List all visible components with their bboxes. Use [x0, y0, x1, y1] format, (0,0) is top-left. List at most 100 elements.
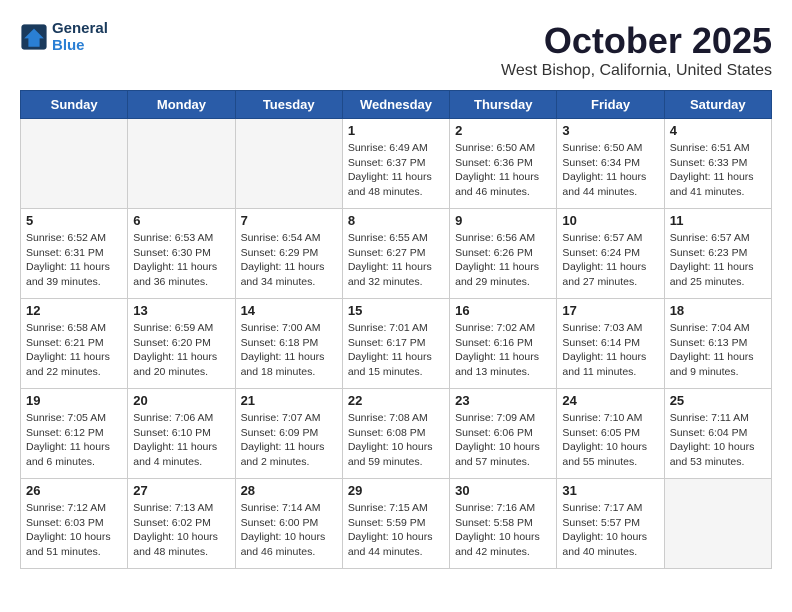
day-detail: Sunrise: 7:07 AM Sunset: 6:09 PM Dayligh…: [241, 411, 337, 470]
col-header-monday: Monday: [128, 91, 235, 119]
day-detail: Sunrise: 7:12 AM Sunset: 6:03 PM Dayligh…: [26, 501, 122, 560]
day-number: 5: [26, 213, 122, 228]
calendar-day-2: 2 Sunrise: 6:50 AM Sunset: 6:36 PM Daylig…: [450, 119, 557, 209]
day-detail: Sunrise: 7:03 AM Sunset: 6:14 PM Dayligh…: [562, 321, 658, 380]
day-detail: Sunrise: 6:50 AM Sunset: 6:36 PM Dayligh…: [455, 141, 551, 200]
day-detail: Sunrise: 6:53 AM Sunset: 6:30 PM Dayligh…: [133, 231, 229, 290]
calendar-day-24: 24 Sunrise: 7:10 AM Sunset: 6:05 PM Dayli…: [557, 389, 664, 479]
day-detail: Sunrise: 7:05 AM Sunset: 6:12 PM Dayligh…: [26, 411, 122, 470]
calendar-day-23: 23 Sunrise: 7:09 AM Sunset: 6:06 PM Dayli…: [450, 389, 557, 479]
calendar-day-22: 22 Sunrise: 7:08 AM Sunset: 6:08 PM Dayli…: [342, 389, 449, 479]
col-header-saturday: Saturday: [664, 91, 771, 119]
day-number: 4: [670, 123, 766, 138]
day-number: 29: [348, 483, 444, 498]
day-detail: Sunrise: 7:13 AM Sunset: 6:02 PM Dayligh…: [133, 501, 229, 560]
calendar-day-8: 8Sunrise: 6:55 AM Sunset: 6:27 PM Daylig…: [342, 209, 449, 299]
day-number: 23: [455, 393, 551, 408]
day-detail: Sunrise: 7:11 AM Sunset: 6:04 PM Dayligh…: [670, 411, 766, 470]
day-number: 2: [455, 123, 551, 138]
calendar-day-19: 19 Sunrise: 7:05 AM Sunset: 6:12 PM Dayli…: [21, 389, 128, 479]
day-number: 18: [670, 303, 766, 318]
calendar-day-7: 7Sunrise: 6:54 AM Sunset: 6:29 PM Daylig…: [235, 209, 342, 299]
col-header-sunday: Sunday: [21, 91, 128, 119]
day-detail: Sunrise: 6:57 AM Sunset: 6:23 PM Dayligh…: [670, 231, 766, 290]
day-detail: Sunrise: 7:01 AM Sunset: 6:17 PM Dayligh…: [348, 321, 444, 380]
calendar-table: SundayMondayTuesdayWednesdayThursdayFrid…: [20, 90, 772, 569]
day-detail: Sunrise: 7:08 AM Sunset: 6:08 PM Dayligh…: [348, 411, 444, 470]
day-detail: Sunrise: 6:56 AM Sunset: 6:26 PM Dayligh…: [455, 231, 551, 290]
day-detail: Sunrise: 6:58 AM Sunset: 6:21 PM Dayligh…: [26, 321, 122, 380]
calendar-day-27: 27 Sunrise: 7:13 AM Sunset: 6:02 PM Dayli…: [128, 479, 235, 569]
day-number: 6: [133, 213, 229, 228]
day-number: 8: [348, 213, 444, 228]
calendar-week-1: 1Sunrise: 6:49 AM Sunset: 6:37 PM Daylig…: [21, 119, 772, 209]
day-detail: Sunrise: 7:15 AM Sunset: 5:59 PM Dayligh…: [348, 501, 444, 560]
day-number: 24: [562, 393, 658, 408]
calendar-day-15: 15 Sunrise: 7:01 AM Sunset: 6:17 PM Dayli…: [342, 299, 449, 389]
logo-icon: [20, 23, 48, 51]
day-number: 19: [26, 393, 122, 408]
day-detail: Sunrise: 6:51 AM Sunset: 6:33 PM Dayligh…: [670, 141, 766, 200]
calendar-day-28: 28 Sunrise: 7:14 AM Sunset: 6:00 PM Dayli…: [235, 479, 342, 569]
day-number: 20: [133, 393, 229, 408]
calendar-day-26: 26 Sunrise: 7:12 AM Sunset: 6:03 PM Dayli…: [21, 479, 128, 569]
day-detail: Sunrise: 7:04 AM Sunset: 6:13 PM Dayligh…: [670, 321, 766, 380]
day-detail: Sunrise: 6:52 AM Sunset: 6:31 PM Dayligh…: [26, 231, 122, 290]
day-number: 13: [133, 303, 229, 318]
calendar-empty: [664, 479, 771, 569]
calendar-empty: [235, 119, 342, 209]
col-header-friday: Friday: [557, 91, 664, 119]
calendar-day-20: 20Sunrise: 7:06 AM Sunset: 6:10 PM Dayli…: [128, 389, 235, 479]
day-detail: Sunrise: 6:49 AM Sunset: 6:37 PM Dayligh…: [348, 141, 444, 200]
day-number: 30: [455, 483, 551, 498]
calendar-week-2: 5 Sunrise: 6:52 AM Sunset: 6:31 PM Daylig…: [21, 209, 772, 299]
location: West Bishop, California, United States: [501, 62, 772, 80]
day-number: 22: [348, 393, 444, 408]
col-header-tuesday: Tuesday: [235, 91, 342, 119]
day-number: 27: [133, 483, 229, 498]
day-number: 15: [348, 303, 444, 318]
day-number: 10: [562, 213, 658, 228]
day-detail: Sunrise: 6:59 AM Sunset: 6:20 PM Dayligh…: [133, 321, 229, 380]
calendar-day-25: 25 Sunrise: 7:11 AM Sunset: 6:04 PM Dayli…: [664, 389, 771, 479]
day-number: 25: [670, 393, 766, 408]
day-detail: Sunrise: 7:09 AM Sunset: 6:06 PM Dayligh…: [455, 411, 551, 470]
calendar-week-4: 19 Sunrise: 7:05 AM Sunset: 6:12 PM Dayli…: [21, 389, 772, 479]
day-detail: Sunrise: 6:50 AM Sunset: 6:34 PM Dayligh…: [562, 141, 658, 200]
calendar-day-16: 16 Sunrise: 7:02 AM Sunset: 6:16 PM Dayli…: [450, 299, 557, 389]
calendar-day-13: 13 Sunrise: 6:59 AM Sunset: 6:20 PM Dayli…: [128, 299, 235, 389]
calendar-day-3: 3Sunrise: 6:50 AM Sunset: 6:34 PM Daylig…: [557, 119, 664, 209]
day-detail: Sunrise: 7:10 AM Sunset: 6:05 PM Dayligh…: [562, 411, 658, 470]
day-number: 17: [562, 303, 658, 318]
day-number: 31: [562, 483, 658, 498]
day-number: 16: [455, 303, 551, 318]
day-number: 14: [241, 303, 337, 318]
calendar-week-3: 12 Sunrise: 6:58 AM Sunset: 6:21 PM Dayli…: [21, 299, 772, 389]
calendar-day-5: 5 Sunrise: 6:52 AM Sunset: 6:31 PM Daylig…: [21, 209, 128, 299]
calendar-day-6: 6 Sunrise: 6:53 AM Sunset: 6:30 PM Daylig…: [128, 209, 235, 299]
day-detail: Sunrise: 7:16 AM Sunset: 5:58 PM Dayligh…: [455, 501, 551, 560]
day-number: 7: [241, 213, 337, 228]
day-number: 12: [26, 303, 122, 318]
calendar-week-5: 26 Sunrise: 7:12 AM Sunset: 6:03 PM Dayli…: [21, 479, 772, 569]
calendar-day-17: 17 Sunrise: 7:03 AM Sunset: 6:14 PM Dayli…: [557, 299, 664, 389]
day-detail: Sunrise: 7:17 AM Sunset: 5:57 PM Dayligh…: [562, 501, 658, 560]
logo-text: General Blue: [52, 20, 108, 54]
calendar-day-31: 31 Sunrise: 7:17 AM Sunset: 5:57 PM Dayli…: [557, 479, 664, 569]
day-number: 9: [455, 213, 551, 228]
calendar-empty: [21, 119, 128, 209]
day-detail: Sunrise: 7:00 AM Sunset: 6:18 PM Dayligh…: [241, 321, 337, 380]
calendar-day-12: 12 Sunrise: 6:58 AM Sunset: 6:21 PM Dayli…: [21, 299, 128, 389]
calendar-day-14: 14 Sunrise: 7:00 AM Sunset: 6:18 PM Dayli…: [235, 299, 342, 389]
day-detail: Sunrise: 7:14 AM Sunset: 6:00 PM Dayligh…: [241, 501, 337, 560]
day-number: 21: [241, 393, 337, 408]
day-number: 26: [26, 483, 122, 498]
page-header: General Blue October 2025 West Bishop, C…: [20, 20, 772, 80]
calendar-day-9: 9 Sunrise: 6:56 AM Sunset: 6:26 PM Daylig…: [450, 209, 557, 299]
day-detail: Sunrise: 7:02 AM Sunset: 6:16 PM Dayligh…: [455, 321, 551, 380]
calendar-day-11: 11 Sunrise: 6:57 AM Sunset: 6:23 PM Dayli…: [664, 209, 771, 299]
calendar-day-18: 18 Sunrise: 7:04 AM Sunset: 6:13 PM Dayli…: [664, 299, 771, 389]
day-number: 28: [241, 483, 337, 498]
calendar-day-4: 4 Sunrise: 6:51 AM Sunset: 6:33 PM Daylig…: [664, 119, 771, 209]
day-number: 11: [670, 213, 766, 228]
